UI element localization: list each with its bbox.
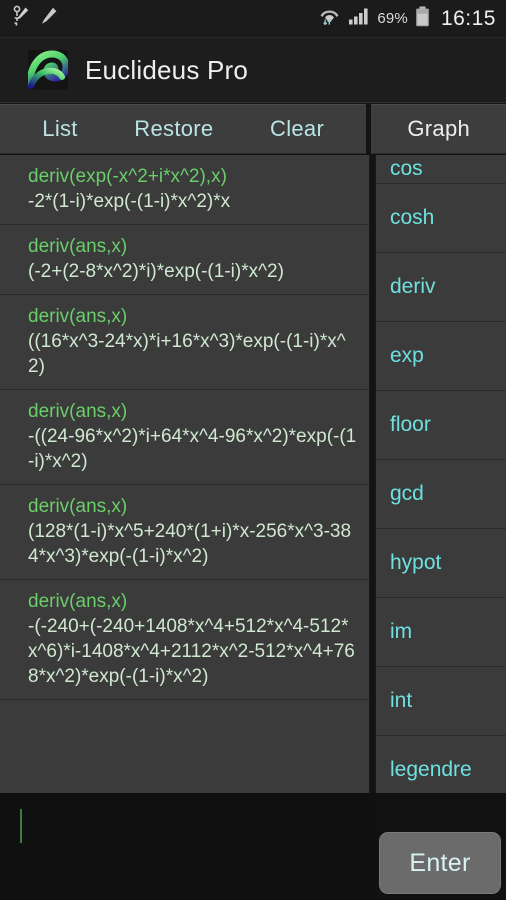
function-item-label: gcd — [390, 482, 424, 505]
function-item-label: floor — [390, 413, 431, 436]
history-item-result: -((24-96*x^2)*i+64*x^4-96*x^2)*exp(-(1-i… — [28, 426, 357, 472]
expression-input-value — [20, 809, 375, 843]
history-item-query: deriv(exp(-x^2+i*x^2),x) — [28, 166, 227, 187]
toolbar: List Restore Clear Graph — [0, 104, 506, 154]
function-item-label: cos — [390, 157, 423, 180]
function-item-floor[interactable]: floor — [376, 391, 506, 460]
app-screen: 69% 16:15 Euclideus Pro List Restore Cle… — [0, 0, 506, 900]
function-item-label: hypot — [390, 551, 442, 574]
history-item-query: deriv(ans,x) — [28, 591, 128, 612]
function-item-label: int — [390, 689, 413, 712]
toolbar-left-group: List Restore Clear — [0, 104, 367, 154]
wave-logo-icon — [28, 50, 68, 90]
graph-button-label: Graph — [407, 116, 471, 141]
history-item-query: deriv(ans,x) — [28, 306, 128, 327]
page-title: Euclideus Pro — [85, 54, 249, 85]
history-item-query: deriv(ans,x) — [28, 236, 128, 257]
history-item-query: deriv(ans,x) — [28, 496, 128, 517]
function-item-int[interactable]: int — [376, 667, 506, 736]
history-item-result: -(-240+(-240+1408*x^4+512*x^4-512*x^6)*i… — [28, 616, 355, 687]
history-item-query: deriv(ans,x) — [28, 401, 128, 422]
status-bar: 69% 16:15 — [0, 0, 506, 38]
function-item-cos[interactable]: cos — [376, 155, 506, 184]
app-title-bar: Euclideus Pro — [0, 38, 506, 103]
wifi-icon — [318, 5, 341, 32]
function-item-deriv[interactable]: deriv — [376, 253, 506, 322]
function-item-label: exp — [390, 344, 424, 367]
cellular-signal-icon — [348, 7, 370, 30]
restore-button[interactable]: Restore — [128, 112, 219, 146]
enter-button-label: Enter — [409, 848, 471, 877]
history-item[interactable]: deriv(ans,x) (-2+(2-8*x^2)*i)*exp(-(1-i)*… — [0, 225, 369, 295]
clear-button[interactable]: Clear — [264, 112, 330, 146]
graph-button[interactable]: Graph — [371, 104, 506, 154]
function-item-exp[interactable]: exp — [376, 322, 506, 391]
history-item-result: ((16*x^3-24*x)*i+16*x^3)*exp(-(1-i)*x^2) — [28, 331, 346, 377]
function-item-gcd[interactable]: gcd — [376, 460, 506, 529]
function-item-cosh[interactable]: cosh — [376, 184, 506, 253]
enter-button[interactable]: Enter — [379, 832, 501, 894]
battery-percent-label: 69% — [377, 10, 408, 27]
history-item-result: -2*(1-i)*exp(-(1-i)*x^2)*x — [28, 191, 231, 212]
function-list-panel[interactable]: cos cosh deriv exp floor gcd hypot im int legendr… — [375, 155, 506, 830]
history-item[interactable]: deriv(ans,x) (128*(1-i)*x^5+240*(1+i)*x-2… — [0, 485, 369, 580]
text-caret — [20, 809, 22, 843]
function-item-label: cosh — [390, 206, 435, 229]
history-item[interactable]: deriv(ans,x) ((16*x^3-24*x)*i+16*x^3)*exp… — [0, 295, 369, 390]
function-item-label: deriv — [390, 275, 436, 298]
history-item[interactable]: deriv(ans,x) -((24-96*x^2)*i+64*x^4-96*x^… — [0, 390, 369, 485]
history-item[interactable]: deriv(exp(-x^2+i*x^2),x) -2*(1-i)*exp(-(1… — [0, 155, 369, 225]
function-item-label: legendre — [390, 758, 472, 781]
history-item[interactable]: deriv(ans,x) -(-240+(-240+1408*x^4+512*x^… — [0, 580, 369, 700]
function-item-label: im — [390, 620, 413, 643]
expression-input[interactable] — [0, 793, 375, 900]
status-bar-left-icons — [12, 5, 58, 32]
function-item-hypot[interactable]: hypot — [376, 529, 506, 598]
battery-icon — [415, 6, 430, 32]
history-list[interactable]: deriv(exp(-x^2+i*x^2),x) -2*(1-i)*exp(-(1… — [0, 155, 370, 793]
history-item-result: (-2+(2-8*x^2)*i)*exp(-(1-i)*x^2) — [28, 261, 284, 282]
history-item-result: (128*(1-i)*x^5+240*(1+i)*x-256*x^3-384*x… — [28, 521, 352, 567]
status-bar-right-icons: 69% 16:15 — [318, 5, 496, 32]
pen-icon — [40, 6, 58, 31]
stylus-detach-icon — [12, 5, 30, 32]
status-clock: 16:15 — [440, 6, 496, 30]
function-item-im[interactable]: im — [376, 598, 506, 667]
list-button[interactable]: List — [36, 112, 83, 146]
